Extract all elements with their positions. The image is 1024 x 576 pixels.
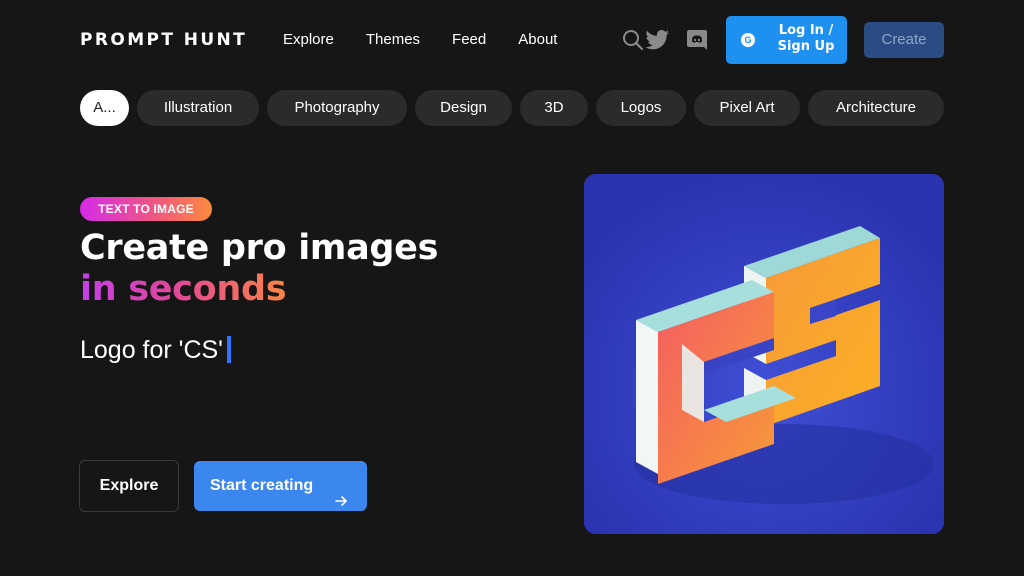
explore-button[interactable]: Explore <box>79 460 179 512</box>
chip-3d[interactable]: 3D <box>520 90 588 126</box>
hero-title-line1: Create pro images <box>80 228 439 268</box>
isometric-cs-logo-icon <box>584 174 944 534</box>
chip-design[interactable]: Design <box>415 90 512 126</box>
nav-explore[interactable]: Explore <box>283 30 334 50</box>
arrow-right-icon <box>334 479 348 529</box>
chip-logos[interactable]: Logos <box>596 90 686 126</box>
main-nav: Explore Themes Feed About <box>283 30 557 50</box>
twitter-icon[interactable] <box>645 30 670 50</box>
google-icon: G <box>741 33 755 47</box>
login-signup-button[interactable]: G Log In / Sign Up <box>726 16 847 64</box>
chip-all[interactable]: A... <box>80 90 129 126</box>
start-creating-label: Start creating <box>210 477 314 494</box>
nav-themes[interactable]: Themes <box>366 30 420 50</box>
chip-pixel-art[interactable]: Pixel Art <box>694 90 800 126</box>
create-button[interactable]: Create <box>864 22 944 58</box>
typing-prompt: Logo for 'CS' <box>80 334 231 366</box>
prompt-hunt-home: PROMPT HUNT Explore Themes Feed About G … <box>0 0 1024 576</box>
chip-photography[interactable]: Photography <box>267 90 407 126</box>
top-navigation-bar: PROMPT HUNT Explore Themes Feed About G … <box>0 0 1024 80</box>
start-creating-button[interactable]: Start creating <box>194 461 367 511</box>
site-logo[interactable]: PROMPT HUNT <box>80 30 247 50</box>
nav-feed[interactable]: Feed <box>452 30 486 50</box>
text-to-image-badge: TEXT TO IMAGE <box>80 197 212 221</box>
discord-icon[interactable] <box>686 29 708 51</box>
text-caret <box>226 336 231 363</box>
generated-image-preview[interactable] <box>584 174 944 534</box>
chip-architecture[interactable]: Architecture <box>808 90 944 126</box>
hero-title-line2: in seconds <box>80 269 287 309</box>
login-label: Log In / Sign Up <box>777 23 835 54</box>
chip-illustration[interactable]: Illustration <box>137 90 259 126</box>
search-icon[interactable] <box>622 29 644 51</box>
prompt-text: Logo for 'CS' <box>80 336 223 364</box>
nav-about[interactable]: About <box>518 30 557 50</box>
